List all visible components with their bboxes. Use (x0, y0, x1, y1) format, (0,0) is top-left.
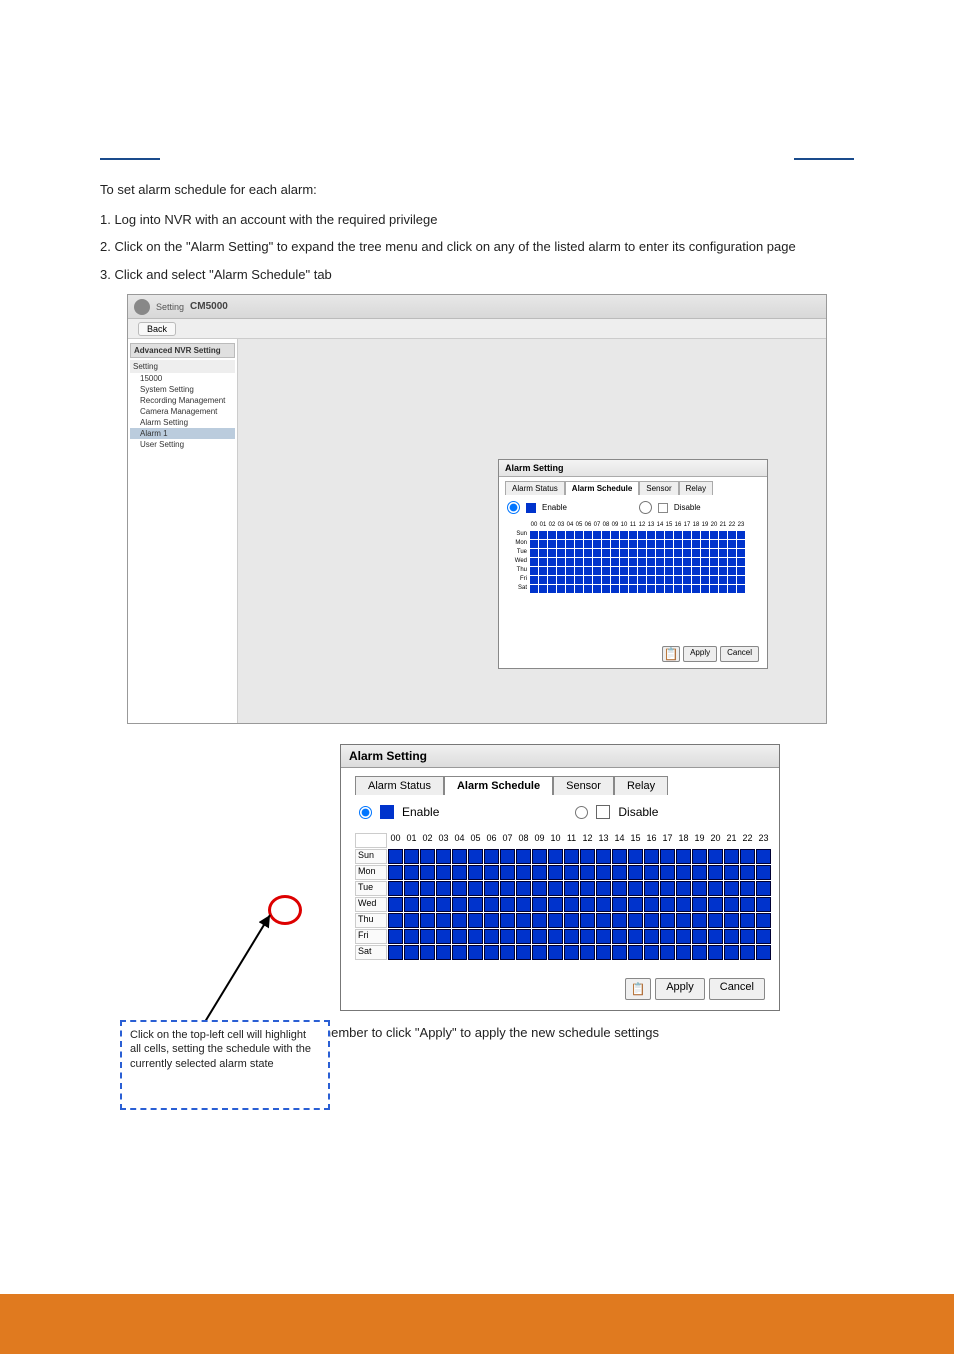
sidebar: Advanced NVR Setting Setting 15000 Syste… (128, 339, 238, 723)
panel-tabs: Alarm Status Alarm Schedule Sensor Relay (499, 477, 767, 495)
tab-alarm-schedule-large[interactable]: Alarm Schedule (444, 776, 553, 795)
gear-icon (134, 299, 150, 315)
step-1: 1. Log into NVR with an account with the… (100, 210, 854, 230)
setting-label: Setting (156, 302, 184, 312)
panel-title-large: Alarm Setting (341, 745, 779, 768)
copy-icon[interactable]: 📋 (662, 646, 680, 662)
panel-title: Alarm Setting (499, 460, 767, 477)
disable-swatch (658, 503, 668, 513)
sidebar-section: Setting (130, 360, 235, 373)
enable-swatch-large (380, 805, 394, 819)
sidebar-item-alarm-setting[interactable]: Alarm Setting (130, 417, 235, 428)
back-button[interactable]: Back (138, 322, 176, 336)
sidebar-item-system[interactable]: System Setting (130, 384, 235, 395)
alarm-setting-panel-small: Alarm Setting Alarm Status Alarm Schedul… (498, 459, 768, 669)
apply-button[interactable]: Apply (683, 646, 717, 662)
screenshot-app-overview: Setting CM5000 Back Advanced NVR Setting… (127, 294, 827, 724)
sidebar-item-root[interactable]: 15000 (130, 373, 235, 384)
disable-radio-large[interactable] (575, 806, 588, 819)
disable-label-large: Disable (618, 805, 658, 819)
header-rule-right (794, 158, 854, 160)
disable-radio[interactable] (639, 501, 652, 514)
copy-icon-large[interactable]: 📋 (625, 978, 651, 1000)
app-brand: CM5000 (190, 301, 228, 312)
cancel-button[interactable]: Cancel (720, 646, 759, 662)
disable-label: Disable (674, 503, 701, 512)
screenshot-alarm-schedule-detail: Alarm Setting Alarm Status Alarm Schedul… (340, 744, 780, 1011)
disable-swatch-large (596, 805, 610, 819)
tab-alarm-status[interactable]: Alarm Status (505, 481, 565, 495)
sidebar-item-user[interactable]: User Setting (130, 439, 235, 450)
tab-alarm-schedule[interactable]: Alarm Schedule (565, 481, 639, 495)
step-3: 3. Click and select "Alarm Schedule" tab (100, 265, 854, 285)
intro-text: To set alarm schedule for each alarm: (100, 180, 854, 200)
tab-relay[interactable]: Relay (679, 481, 713, 495)
schedule-grid-large[interactable]: 0001020304050607080910111213141516171819… (355, 833, 765, 960)
step-2: 2. Click on the "Alarm Setting" to expan… (100, 237, 854, 257)
enable-radio-large[interactable] (359, 806, 372, 819)
sidebar-item-recording[interactable]: Recording Management (130, 395, 235, 406)
tab-sensor[interactable]: Sensor (639, 481, 678, 495)
sidebar-item-camera[interactable]: Camera Management (130, 406, 235, 417)
tab-alarm-status-large[interactable]: Alarm Status (355, 776, 444, 795)
page-footer (0, 1294, 954, 1354)
sidebar-item-alarm1[interactable]: Alarm 1 (130, 428, 235, 439)
enable-label: Enable (542, 503, 567, 512)
enable-label-large: Enable (402, 805, 439, 819)
enable-swatch (526, 503, 536, 513)
header-rule-left (100, 158, 160, 160)
schedule-grid-small[interactable]: 0001020304050607080910111213141516171819… (507, 522, 759, 593)
callout-box: Click on the top-left cell will highligh… (120, 1020, 330, 1110)
enable-radio[interactable] (507, 501, 520, 514)
tab-sensor-large[interactable]: Sensor (553, 776, 614, 795)
cancel-button-large[interactable]: Cancel (709, 978, 765, 1000)
apply-button-large[interactable]: Apply (655, 978, 705, 1000)
tab-relay-large[interactable]: Relay (614, 776, 668, 795)
sidebar-header: Advanced NVR Setting (130, 343, 235, 358)
